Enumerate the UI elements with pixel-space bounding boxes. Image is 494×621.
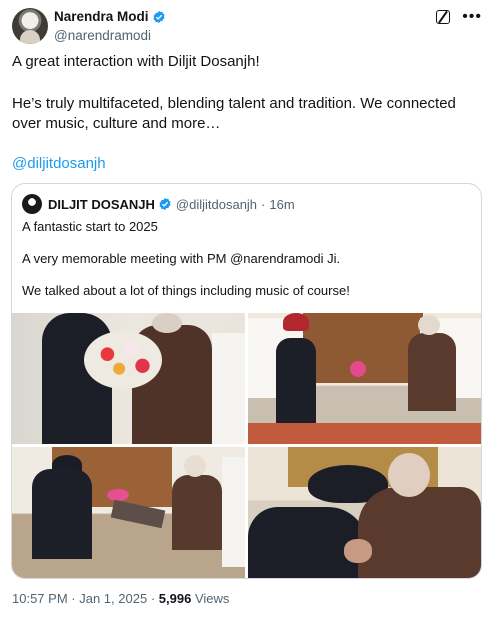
header-actions: ••• bbox=[436, 9, 482, 25]
more-icon[interactable]: ••• bbox=[462, 9, 482, 25]
photo-seated-greeting[interactable] bbox=[12, 447, 245, 578]
quote-header: DILJIT DOSANJH @diljitdosanjh · 16m bbox=[22, 194, 295, 214]
quote-time[interactable]: 16m bbox=[269, 197, 294, 212]
author-name-text[interactable]: Narendra Modi bbox=[54, 8, 149, 26]
quote-display-name[interactable]: DILJIT DOSANJH bbox=[48, 197, 155, 212]
verified-badge-icon bbox=[152, 10, 165, 24]
photo-bouquet-handover[interactable] bbox=[12, 313, 245, 444]
tweet-paragraph-2: He’s truly multifaceted, blending talent… bbox=[12, 95, 456, 132]
quoted-tweet[interactable]: DILJIT DOSANJH @diljitdosanjh · 16m A fa… bbox=[11, 183, 482, 579]
author-info: Narendra Modi @narendramodi bbox=[54, 8, 166, 45]
quote-separator: · bbox=[261, 196, 266, 212]
photo-seated-conversation[interactable] bbox=[248, 313, 481, 444]
mention-link[interactable]: @diljitdosanjh bbox=[12, 154, 106, 174]
author-handle[interactable]: @narendramodi bbox=[54, 27, 166, 45]
views-count: 5,996 bbox=[158, 591, 192, 606]
quote-avatar[interactable] bbox=[22, 194, 42, 214]
quote-handle[interactable]: @diljitdosanjh bbox=[176, 197, 257, 212]
post-date[interactable]: Jan 1, 2025 bbox=[79, 591, 147, 606]
tweet-footer: 10:57 PM · Jan 1, 2025 · 5,996 Views bbox=[12, 591, 229, 606]
photo-grid bbox=[12, 313, 481, 578]
quote-line-2: A very memorable meeting with PM @narend… bbox=[22, 251, 341, 266]
tweet-header: Narendra Modi @narendramodi ••• bbox=[12, 8, 482, 48]
author-display-name[interactable]: Narendra Modi bbox=[54, 8, 166, 26]
grok-icon[interactable] bbox=[436, 10, 451, 24]
photo-blessing-embrace[interactable] bbox=[248, 447, 481, 578]
footer-separator: · bbox=[150, 591, 159, 606]
quote-line-3: We talked about a lot of things includin… bbox=[22, 283, 350, 298]
post-time[interactable]: 10:57 PM bbox=[12, 591, 68, 606]
views-label: Views bbox=[194, 591, 230, 606]
verified-badge-icon bbox=[159, 197, 171, 211]
tweet-paragraph-1: A great interaction with Diljit Dosanjh! bbox=[12, 53, 260, 70]
avatar[interactable] bbox=[12, 8, 48, 44]
quote-line-1: A fantastic start to 2025 bbox=[22, 219, 158, 234]
